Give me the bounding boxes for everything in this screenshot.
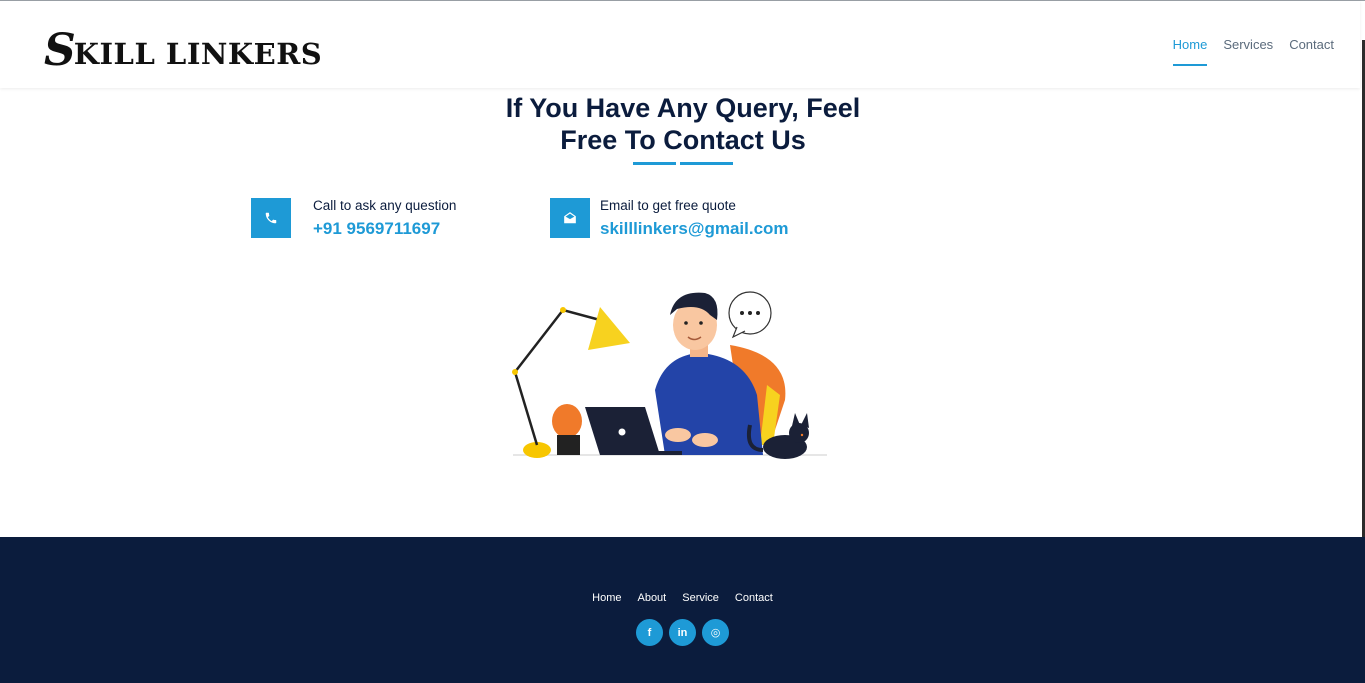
linkedin-icon[interactable]: in	[669, 619, 696, 646]
cactus-pot	[557, 435, 580, 455]
title-line-2: Free To Contact Us	[560, 125, 806, 155]
title-underline-right	[680, 162, 733, 165]
footer-link-about[interactable]: About	[637, 592, 666, 604]
nav-contact[interactable]: Contact	[1289, 37, 1334, 66]
envelope-icon	[550, 198, 590, 238]
email-address-link[interactable]: skilllinkers@gmail.com	[600, 219, 789, 239]
lamp-shade	[588, 307, 630, 350]
phone-contact-card: Call to ask any question +91 9569711697	[251, 198, 456, 239]
footer-link-service[interactable]: Service	[682, 592, 719, 604]
instagram-icon[interactable]: ◎	[702, 619, 729, 646]
email-contact-card: Email to get free quote skilllinkers@gma…	[550, 198, 789, 239]
phone-icon	[251, 198, 291, 238]
site-footer: Home About Service Contact f in ◎	[0, 537, 1365, 683]
laptop-logo	[618, 428, 626, 436]
phone-label: Call to ask any question	[313, 198, 457, 213]
nav-home[interactable]: Home	[1172, 37, 1207, 66]
title-line-1: If You Have Any Query, Feel	[505, 93, 861, 123]
footer-link-contact[interactable]: Contact	[735, 592, 773, 604]
title-underline-left	[633, 162, 676, 165]
nav-services[interactable]: Services	[1223, 37, 1273, 66]
email-label: Email to get free quote	[600, 198, 736, 213]
lamp-joint	[512, 369, 518, 375]
footer-link-home[interactable]: Home	[592, 592, 621, 604]
main-nav: Home Services Contact	[1172, 37, 1334, 66]
lamp-joint	[560, 307, 566, 313]
site-logo[interactable]: S KILL LINKERS	[44, 25, 323, 76]
logo-initial: S	[44, 25, 76, 76]
page-title: If You Have Any Query, Feel Free To Cont…	[433, 92, 933, 156]
social-links: f in ◎	[0, 619, 1365, 646]
footer-nav: Home About Service Contact	[0, 592, 1365, 604]
site-header: S KILL LINKERS Home Services Contact	[0, 1, 1360, 88]
cactus	[552, 404, 582, 438]
facebook-icon[interactable]: f	[636, 619, 663, 646]
logo-text: KILL LINKERS	[73, 37, 323, 71]
contact-illustration	[512, 291, 827, 459]
phone-number-link[interactable]: +91 9569711697	[313, 219, 456, 239]
